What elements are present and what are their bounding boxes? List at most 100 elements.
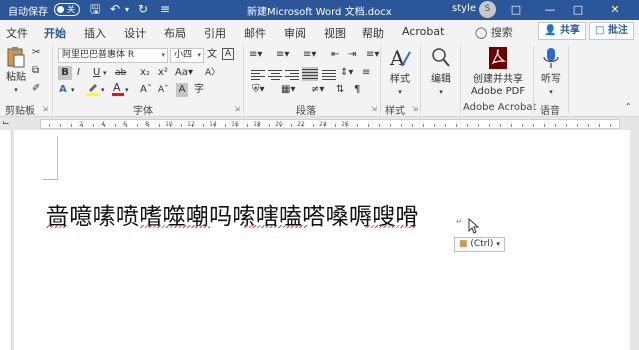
margin-corner-mark [42, 136, 58, 180]
chevron-down-icon[interactable]: ▾ [101, 83, 105, 97]
comments-button[interactable]: □ 批注 [589, 22, 634, 40]
paragraph-launcher-icon[interactable]: ⇲ [371, 105, 377, 113]
ribbon-display-options-icon[interactable]: □ [506, 2, 526, 18]
ruler-tick [423, 124, 424, 127]
justify-icon[interactable] [302, 67, 318, 81]
dictate-button[interactable]: 听写 ▾ [538, 46, 564, 98]
borders-icon[interactable]: ▦▾ [281, 83, 295, 97]
tab-view[interactable]: 视图 [324, 25, 346, 41]
sort-icon[interactable]: ⇅ [336, 83, 344, 97]
underline-icon[interactable]: U [93, 66, 100, 80]
tab-design[interactable]: 设计 [124, 25, 146, 41]
tab-help[interactable]: 帮助 [362, 25, 384, 41]
phonetic-guide-icon[interactable]: 文 [207, 48, 217, 62]
horizontal-ruler[interactable]: 2 4 6 8 10 12 14 16 18 20 22 24 26 [40, 119, 620, 129]
tab-file[interactable]: 文件 [6, 25, 28, 41]
font-size-combobox[interactable]: 小四 ▾ [170, 48, 204, 63]
user-name[interactable]: style [452, 3, 476, 14]
maximize-icon[interactable]: □ [568, 2, 588, 18]
font-name-combobox[interactable]: 阿里巴巴普惠体 R ▾ [58, 48, 168, 63]
create-share-pdf-button[interactable]: 创建并共享 Adobe PDF [466, 46, 530, 98]
comment-icon: □ [595, 25, 605, 36]
distributed-icon[interactable] [322, 68, 336, 80]
font-color-icon[interactable]: A [112, 81, 124, 101]
customize-qat-icon[interactable]: ≡ [160, 2, 170, 17]
avatar[interactable]: S [479, 1, 496, 18]
character-shading-icon[interactable]: A [176, 83, 188, 97]
clipboard-launcher-icon[interactable]: ⇲ [42, 105, 48, 113]
clear-formatting-icon[interactable]: A〉 [205, 66, 220, 80]
tab-home[interactable]: 开始 [43, 25, 67, 47]
paste-dropdown-icon[interactable]: ▾ [5, 84, 27, 96]
paste-button[interactable]: 粘贴 ▾ [5, 46, 27, 96]
subscript-icon[interactable]: x₂ [140, 66, 150, 80]
align-right-icon[interactable] [285, 68, 299, 80]
bullets-icon[interactable]: ≡▾ [249, 48, 262, 62]
tab-mailings[interactable]: 邮件 [244, 25, 266, 41]
line-spacing-icon[interactable]: ⇕▾ [340, 66, 353, 80]
shrink-font-icon[interactable]: Aˇ [158, 83, 169, 97]
adobe-button-label-line1: 创建并共享 [473, 74, 523, 85]
styles-launcher-icon[interactable]: ⇲ [412, 105, 418, 113]
multilevel-list-icon[interactable]: ≡▾ [303, 48, 316, 62]
chevron-down-icon[interactable]: ▾ [385, 86, 415, 98]
enclose-characters-icon[interactable]: A [222, 48, 234, 60]
paragraph-spacing-icon[interactable]: ≡ [362, 66, 370, 80]
chevron-down-icon[interactable]: ▾ [538, 86, 564, 98]
strikethrough-icon[interactable]: ab [115, 66, 126, 80]
editing-button[interactable]: 编辑 ▾ [427, 46, 455, 98]
shading-icon[interactable]: ⛨▾ [252, 83, 265, 97]
align-left-icon[interactable] [251, 68, 265, 80]
decrease-indent-icon[interactable]: ⇤ [331, 48, 339, 62]
magnifier-icon [432, 48, 450, 67]
undo-icon[interactable]: ↶ [110, 2, 120, 17]
copy-icon[interactable]: ⧉ [32, 64, 39, 78]
paste-options-button[interactable]: ■ (Ctrl) ▾ [454, 237, 505, 252]
bold-icon[interactable]: B [58, 66, 72, 80]
text-effects-icon[interactable]: A [59, 83, 67, 97]
ruler-tick [291, 124, 292, 127]
close-icon[interactable]: ✕ [605, 2, 625, 18]
share-button[interactable]: 👤 共享 [538, 22, 586, 40]
font-launcher-icon[interactable]: ⇲ [234, 105, 240, 113]
numbering-icon[interactable]: ≡▾ [276, 48, 289, 62]
undo-dropdown-icon[interactable]: ▾ [125, 2, 129, 17]
grow-font-icon[interactable]: Aˆ [140, 83, 152, 97]
redo-icon[interactable]: ↻ [138, 2, 148, 17]
vertical-ruler[interactable] [0, 130, 12, 350]
superscript-icon[interactable]: x² [158, 66, 168, 80]
show-hide-marks-icon[interactable]: ¶ [354, 83, 360, 97]
chevron-down-icon[interactable]: ▾ [125, 83, 129, 97]
italic-icon[interactable]: I [77, 66, 80, 80]
change-case-icon[interactable]: Aa▾ [175, 66, 193, 80]
chevron-down-icon[interactable]: ▾ [427, 86, 455, 98]
ruler-number: 22 [297, 121, 305, 128]
highlight-icon[interactable] [86, 81, 100, 101]
tab-selector-icon[interactable]: ⌙ [2, 116, 10, 130]
align-center-icon[interactable] [268, 68, 282, 80]
character-border-icon[interactable]: 字 [194, 83, 204, 97]
collapse-ribbon-icon[interactable]: ⌃ [625, 100, 632, 114]
tab-references[interactable]: 引用 [204, 25, 226, 41]
ruler-tick [500, 124, 501, 127]
tab-review[interactable]: 审阅 [284, 25, 306, 41]
styles-button[interactable]: A 样式 ▾ [385, 46, 415, 98]
chevron-down-icon[interactable]: ▾ [161, 49, 165, 62]
cut-icon[interactable]: ✂ [32, 46, 40, 60]
chevron-down-icon[interactable]: ▾ [197, 49, 201, 62]
tab-layout[interactable]: 布局 [164, 25, 186, 41]
chevron-down-icon[interactable]: ▾ [103, 66, 107, 80]
asian-typography-icon[interactable]: ≠▾ [311, 83, 324, 97]
tab-acrobat[interactable]: Acrobat [402, 25, 444, 38]
minimize-icon[interactable]: — [540, 2, 560, 18]
autosave-toggle[interactable]: 关 [54, 3, 80, 16]
document-body-text[interactable]: 啬噫嗉喷嗜噬嘲吗嗦嗐嗑嗒嗓嗕嗖嗗 [46, 197, 419, 231]
chinese-layout-icon[interactable]: ≡▾ [366, 48, 379, 62]
save-icon[interactable]: 🖫 [90, 2, 100, 17]
tab-insert[interactable]: 插入 [84, 25, 106, 41]
chevron-down-icon[interactable]: ▾ [71, 83, 75, 97]
tell-me-search[interactable]: ◯ 搜索 [475, 24, 513, 40]
format-painter-icon[interactable]: ✐ [32, 82, 40, 96]
document-page[interactable]: 啬噫嗉喷嗜噬嘲吗嗦嗐嗑嗒嗓嗕嗖嗗 ↵ ■ (Ctrl) ▾ [14, 130, 630, 350]
increase-indent-icon[interactable]: ⇥ [348, 48, 356, 62]
